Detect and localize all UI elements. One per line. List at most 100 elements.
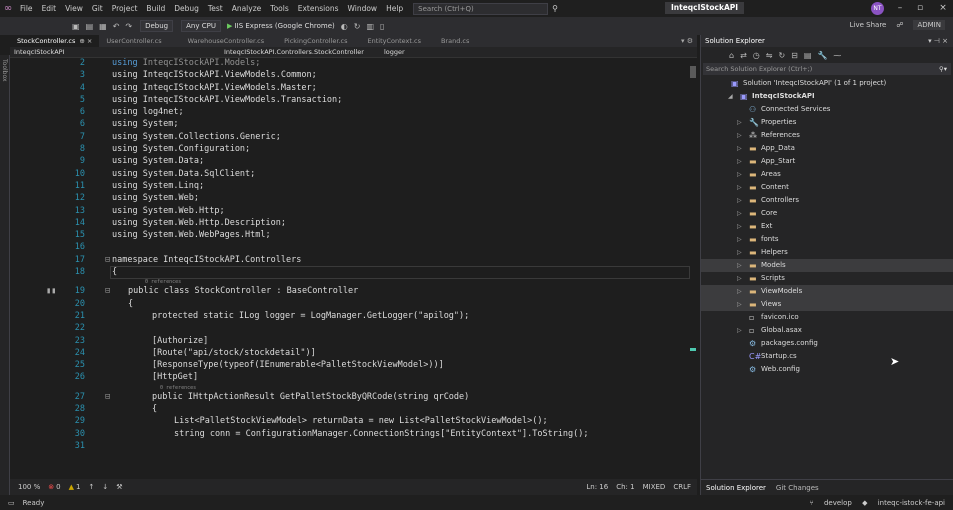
menu-view[interactable]: View	[65, 4, 83, 13]
tab-close-icon[interactable]: ⊕ ×	[79, 37, 92, 45]
expand-arrow-icon[interactable]: ▷	[737, 246, 742, 259]
tree-item[interactable]: ⚙ Web.config	[701, 363, 953, 376]
tree-item[interactable]: ▣ Solution 'InteqcIStockAPI' (1 of 1 proj…	[701, 77, 953, 90]
menu-analyze[interactable]: Analyze	[232, 4, 262, 13]
expand-arrow-icon[interactable]: ▷	[737, 129, 742, 142]
nav-member-dropdown[interactable]: logger	[380, 48, 520, 56]
layout-icon[interactable]: ▥	[366, 22, 374, 31]
user-avatar[interactable]: NT	[871, 2, 884, 15]
feedback-icon[interactable]: ☍	[896, 21, 903, 29]
nav-up-icon[interactable]: ↑	[88, 483, 94, 491]
zoom-level[interactable]: 100 %	[18, 483, 40, 491]
code-area[interactable]: 2 using InteqcIStockAPI.Models; 3 using In…	[10, 58, 697, 479]
expand-arrow-icon[interactable]: ▷	[737, 194, 742, 207]
warning-icon[interactable]: ▲	[69, 483, 74, 491]
expand-arrow-icon[interactable]: ▷	[737, 259, 742, 272]
expand-arrow-icon[interactable]: ▷	[737, 272, 742, 285]
collapse-icon[interactable]: ⊟	[105, 392, 110, 402]
tree-item[interactable]: ▷ ▬ Models	[701, 259, 953, 272]
tree-item[interactable]: ▷ ▬ Areas	[701, 168, 953, 181]
scrollbar-thumb[interactable]	[690, 66, 696, 78]
switch-view-icon[interactable]: ⇄	[740, 51, 747, 60]
tree-item[interactable]: ▷ ▬ Scripts	[701, 272, 953, 285]
tree-item[interactable]: ▷ ⁂ References	[701, 129, 953, 142]
tabs-mode[interactable]: MIXED	[643, 483, 666, 491]
tree-item[interactable]: ▷ ▫ Global.asax	[701, 324, 953, 337]
tree-item[interactable]: ▷ 🔧 Properties	[701, 116, 953, 129]
bookmark-icon[interactable]: ▯	[380, 22, 384, 31]
menu-extensions[interactable]: Extensions	[298, 4, 339, 13]
open-icon[interactable]: ▤	[86, 22, 94, 31]
menu-help[interactable]: Help	[386, 4, 403, 13]
tree-item[interactable]: ▷ ▬ Helpers	[701, 246, 953, 259]
tab-stockcontroller[interactable]: StockController.cs ⊕ ×	[10, 35, 100, 47]
tab-entitycontext[interactable]: EntityContext.cs	[361, 35, 428, 47]
tree-item[interactable]: ▷ ▬ App_Start	[701, 155, 953, 168]
refresh-icon[interactable]: ↻	[778, 51, 785, 60]
show-all-files-icon[interactable]: ▤	[804, 51, 812, 60]
tab-pickingcontroller[interactable]: PickingController.cs	[277, 35, 354, 47]
menu-build[interactable]: Build	[146, 4, 165, 13]
tree-item[interactable]: ▷ ▬ App_Data	[701, 142, 953, 155]
pin-icon[interactable]: ▾ ⊣ ×	[928, 37, 948, 45]
tab-solution-explorer[interactable]: Solution Explorer	[706, 484, 766, 492]
platform-select[interactable]: Any CPU	[181, 20, 221, 32]
live-share-button[interactable]: Live Share	[850, 21, 887, 29]
undo-icon[interactable]: ↶	[113, 22, 120, 31]
error-count[interactable]: 0	[56, 483, 60, 491]
tree-item[interactable]: C# Startup.cs	[701, 350, 953, 363]
line-ending[interactable]: CRLF	[673, 483, 691, 491]
refresh-icon[interactable]: ↻	[354, 22, 361, 31]
editor-scrollbar[interactable]	[690, 58, 696, 478]
expand-arrow-icon[interactable]: ▷	[737, 181, 742, 194]
nav-down-icon[interactable]: ↓	[102, 483, 108, 491]
expand-arrow-icon[interactable]: ▷	[737, 168, 742, 181]
tree-item[interactable]: ▷ ▬ Ext	[701, 220, 953, 233]
tree-item[interactable]: ▷ ▬ Core	[701, 207, 953, 220]
collapse-icon[interactable]: ⊟	[105, 286, 110, 296]
tree-item[interactable]: ⚇ Connected Services	[701, 103, 953, 116]
expand-arrow-icon[interactable]: ▷	[737, 220, 742, 233]
collapse-all-icon[interactable]: ⊟	[791, 51, 798, 60]
expand-arrow-icon[interactable]: ▷	[737, 233, 742, 246]
tree-item[interactable]: ▷ ▬ ViewModels	[701, 285, 953, 298]
tab-brand[interactable]: Brand.cs	[434, 35, 476, 47]
menu-test[interactable]: Test	[208, 4, 223, 13]
save-icon[interactable]: ▦	[99, 22, 107, 31]
expand-arrow-icon[interactable]: ▷	[737, 324, 742, 337]
tab-usercontroller[interactable]: UserController.cs	[99, 35, 168, 47]
menu-git[interactable]: Git	[92, 4, 103, 13]
menu-edit[interactable]: Edit	[42, 4, 57, 13]
global-search-input[interactable]: Search (Ctrl+Q)	[413, 2, 549, 15]
code-lens-references[interactable]: 0 references	[10, 279, 697, 286]
maximize-icon[interactable]: ▫	[910, 0, 930, 17]
tree-item[interactable]: ⚙ packages.config	[701, 337, 953, 350]
menu-tools[interactable]: Tools	[270, 4, 288, 13]
expand-arrow-icon[interactable]: ▷	[737, 207, 742, 220]
error-icon[interactable]: ⊗	[48, 483, 54, 491]
tree-item[interactable]: ▷ ▬ Controllers	[701, 194, 953, 207]
expand-arrow-icon[interactable]: ◢	[728, 90, 733, 103]
tab-git-changes[interactable]: Git Changes	[776, 484, 819, 492]
menu-debug[interactable]: Debug	[174, 4, 199, 13]
run-button[interactable]: ▶ IIS Express (Google Chrome)	[227, 22, 335, 30]
search-icon[interactable]: ⚲	[552, 4, 558, 13]
expand-arrow-icon[interactable]: ▷	[737, 155, 742, 168]
tree-item[interactable]: ◢ ▣ InteqcIStockAPI	[701, 90, 953, 103]
home-icon[interactable]: ⌂	[729, 51, 734, 60]
expand-arrow-icon[interactable]: ▷	[737, 142, 742, 155]
tree-item[interactable]: ▷ ▬ Views	[701, 298, 953, 311]
expand-arrow-icon[interactable]: ▷	[737, 298, 742, 311]
collapse-icon[interactable]: ⊟	[105, 255, 110, 265]
configuration-select[interactable]: Debug	[140, 20, 174, 32]
tab-warehousecontroller[interactable]: WarehouseController.cs	[181, 35, 272, 47]
solution-search-input[interactable]: Search Solution Explorer (Ctrl+;) ⚲▾	[703, 63, 951, 75]
expand-arrow-icon[interactable]: ▷	[737, 116, 742, 129]
redo-icon[interactable]: ↷	[125, 22, 132, 31]
expand-arrow-icon[interactable]: ▷	[737, 285, 742, 298]
browser-icon[interactable]: ◐	[341, 22, 348, 31]
toolbox-strip[interactable]: Toolbox	[0, 55, 10, 495]
history-icon[interactable]: ◷	[753, 51, 760, 60]
new-project-icon[interactable]: ▣	[72, 22, 80, 31]
preview-icon[interactable]: ⁓	[833, 51, 841, 60]
